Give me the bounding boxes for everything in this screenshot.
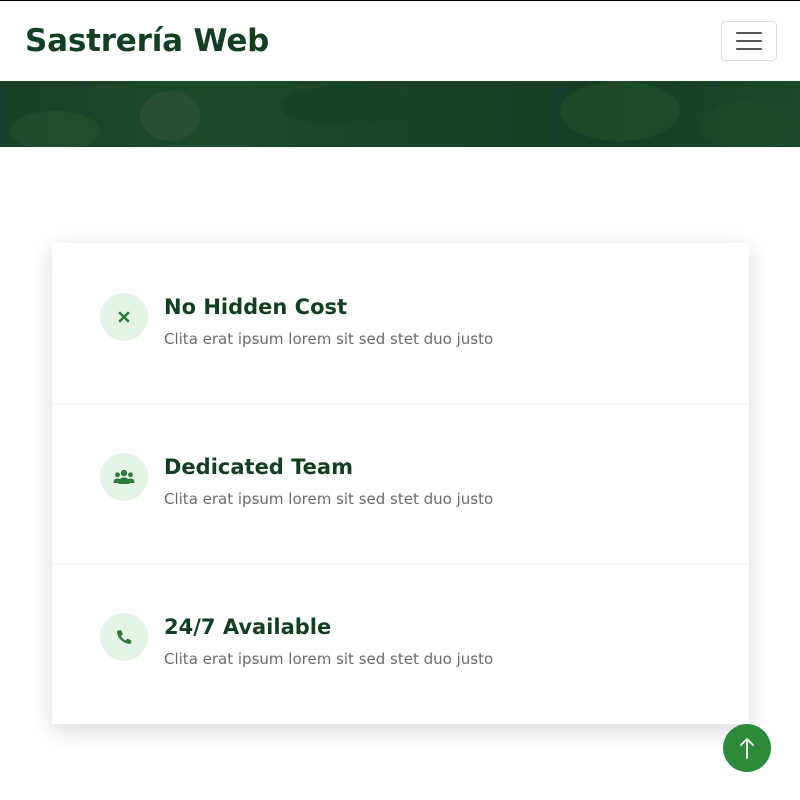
- hero-banner-image: [0, 81, 800, 147]
- icon-circle: [100, 613, 148, 661]
- icon-circle: [100, 453, 148, 501]
- arrow-up-icon: [740, 738, 754, 759]
- feature-description: Clita erat ipsum lorem sit sed stet duo …: [164, 330, 494, 348]
- feature-title: Dedicated Team: [164, 455, 353, 479]
- hamburger-menu-icon: [736, 32, 762, 34]
- feature-description: Clita erat ipsum lorem sit sed stet duo …: [164, 650, 494, 668]
- icon-circle: [100, 293, 148, 341]
- feature-item: No Hidden Cost Clita erat ipsum lorem si…: [52, 243, 749, 403]
- menu-toggle-button[interactable]: [721, 21, 777, 61]
- back-to-top-button[interactable]: [723, 724, 771, 772]
- users-icon: [113, 469, 135, 484]
- feature-title: No Hidden Cost: [164, 295, 348, 319]
- navbar: Sastrería Web: [0, 1, 800, 81]
- brand-logo[interactable]: Sastrería Web: [25, 23, 269, 59]
- hamburger-menu-icon: [736, 40, 762, 42]
- feature-description: Clita erat ipsum lorem sit sed stet duo …: [164, 490, 494, 508]
- feature-item: 24/7 Available Clita erat ipsum lorem si…: [52, 563, 749, 723]
- close-icon: [118, 311, 130, 323]
- features-card: No Hidden Cost Clita erat ipsum lorem si…: [52, 243, 749, 724]
- phone-icon: [117, 630, 132, 644]
- hamburger-menu-icon: [736, 48, 762, 50]
- feature-item: Dedicated Team Clita erat ipsum lorem si…: [52, 403, 749, 563]
- feature-title: 24/7 Available: [164, 615, 332, 639]
